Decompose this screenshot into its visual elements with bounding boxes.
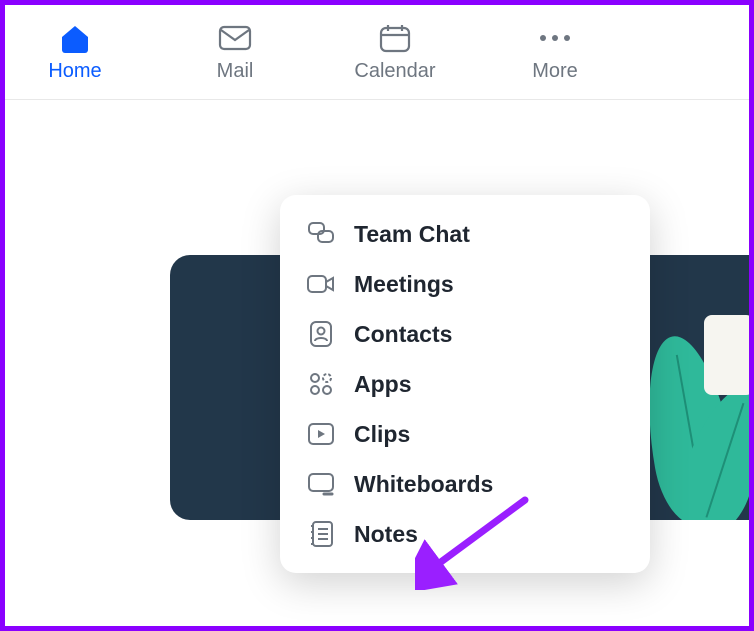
menu-label: Apps <box>354 371 412 398</box>
menu-label: Team Chat <box>354 221 470 248</box>
contact-icon <box>306 319 336 349</box>
mail-icon <box>213 22 257 54</box>
more-icon <box>533 22 577 54</box>
menu-label: Contacts <box>354 321 452 348</box>
pot-graphic <box>704 315 749 395</box>
home-icon <box>53 22 97 54</box>
whiteboard-icon <box>306 469 336 499</box>
nav-label: More <box>532 60 578 83</box>
nav-item-calendar[interactable]: Calendar <box>345 22 445 83</box>
menu-item-apps[interactable]: Apps <box>288 359 642 409</box>
more-dropdown: Team Chat Meetings <box>280 195 650 573</box>
top-nav: Home Mail Calendar <box>5 5 749 100</box>
chat-icon <box>306 219 336 249</box>
menu-label: Whiteboards <box>354 471 493 498</box>
app-frame: Home Mail Calendar <box>0 0 754 631</box>
apps-icon <box>306 369 336 399</box>
content-area: Team Chat Meetings <box>5 100 749 626</box>
nav-label: Calendar <box>354 60 435 83</box>
menu-item-team-chat[interactable]: Team Chat <box>288 209 642 259</box>
calendar-icon <box>373 22 417 54</box>
menu-item-contacts[interactable]: Contacts <box>288 309 642 359</box>
menu-label: Notes <box>354 521 418 548</box>
notes-icon <box>306 519 336 549</box>
nav-item-mail[interactable]: Mail <box>185 22 285 83</box>
nav-item-more[interactable]: More <box>505 22 605 83</box>
menu-label: Meetings <box>354 271 454 298</box>
menu-item-whiteboards[interactable]: Whiteboards <box>288 459 642 509</box>
nav-label: Home <box>48 60 101 83</box>
menu-item-clips[interactable]: Clips <box>288 409 642 459</box>
menu-item-meetings[interactable]: Meetings <box>288 259 642 309</box>
nav-item-home[interactable]: Home <box>25 22 125 83</box>
menu-item-notes[interactable]: Notes <box>288 509 642 559</box>
nav-label: Mail <box>217 60 254 83</box>
clips-icon <box>306 419 336 449</box>
menu-label: Clips <box>354 421 410 448</box>
video-icon <box>306 269 336 299</box>
